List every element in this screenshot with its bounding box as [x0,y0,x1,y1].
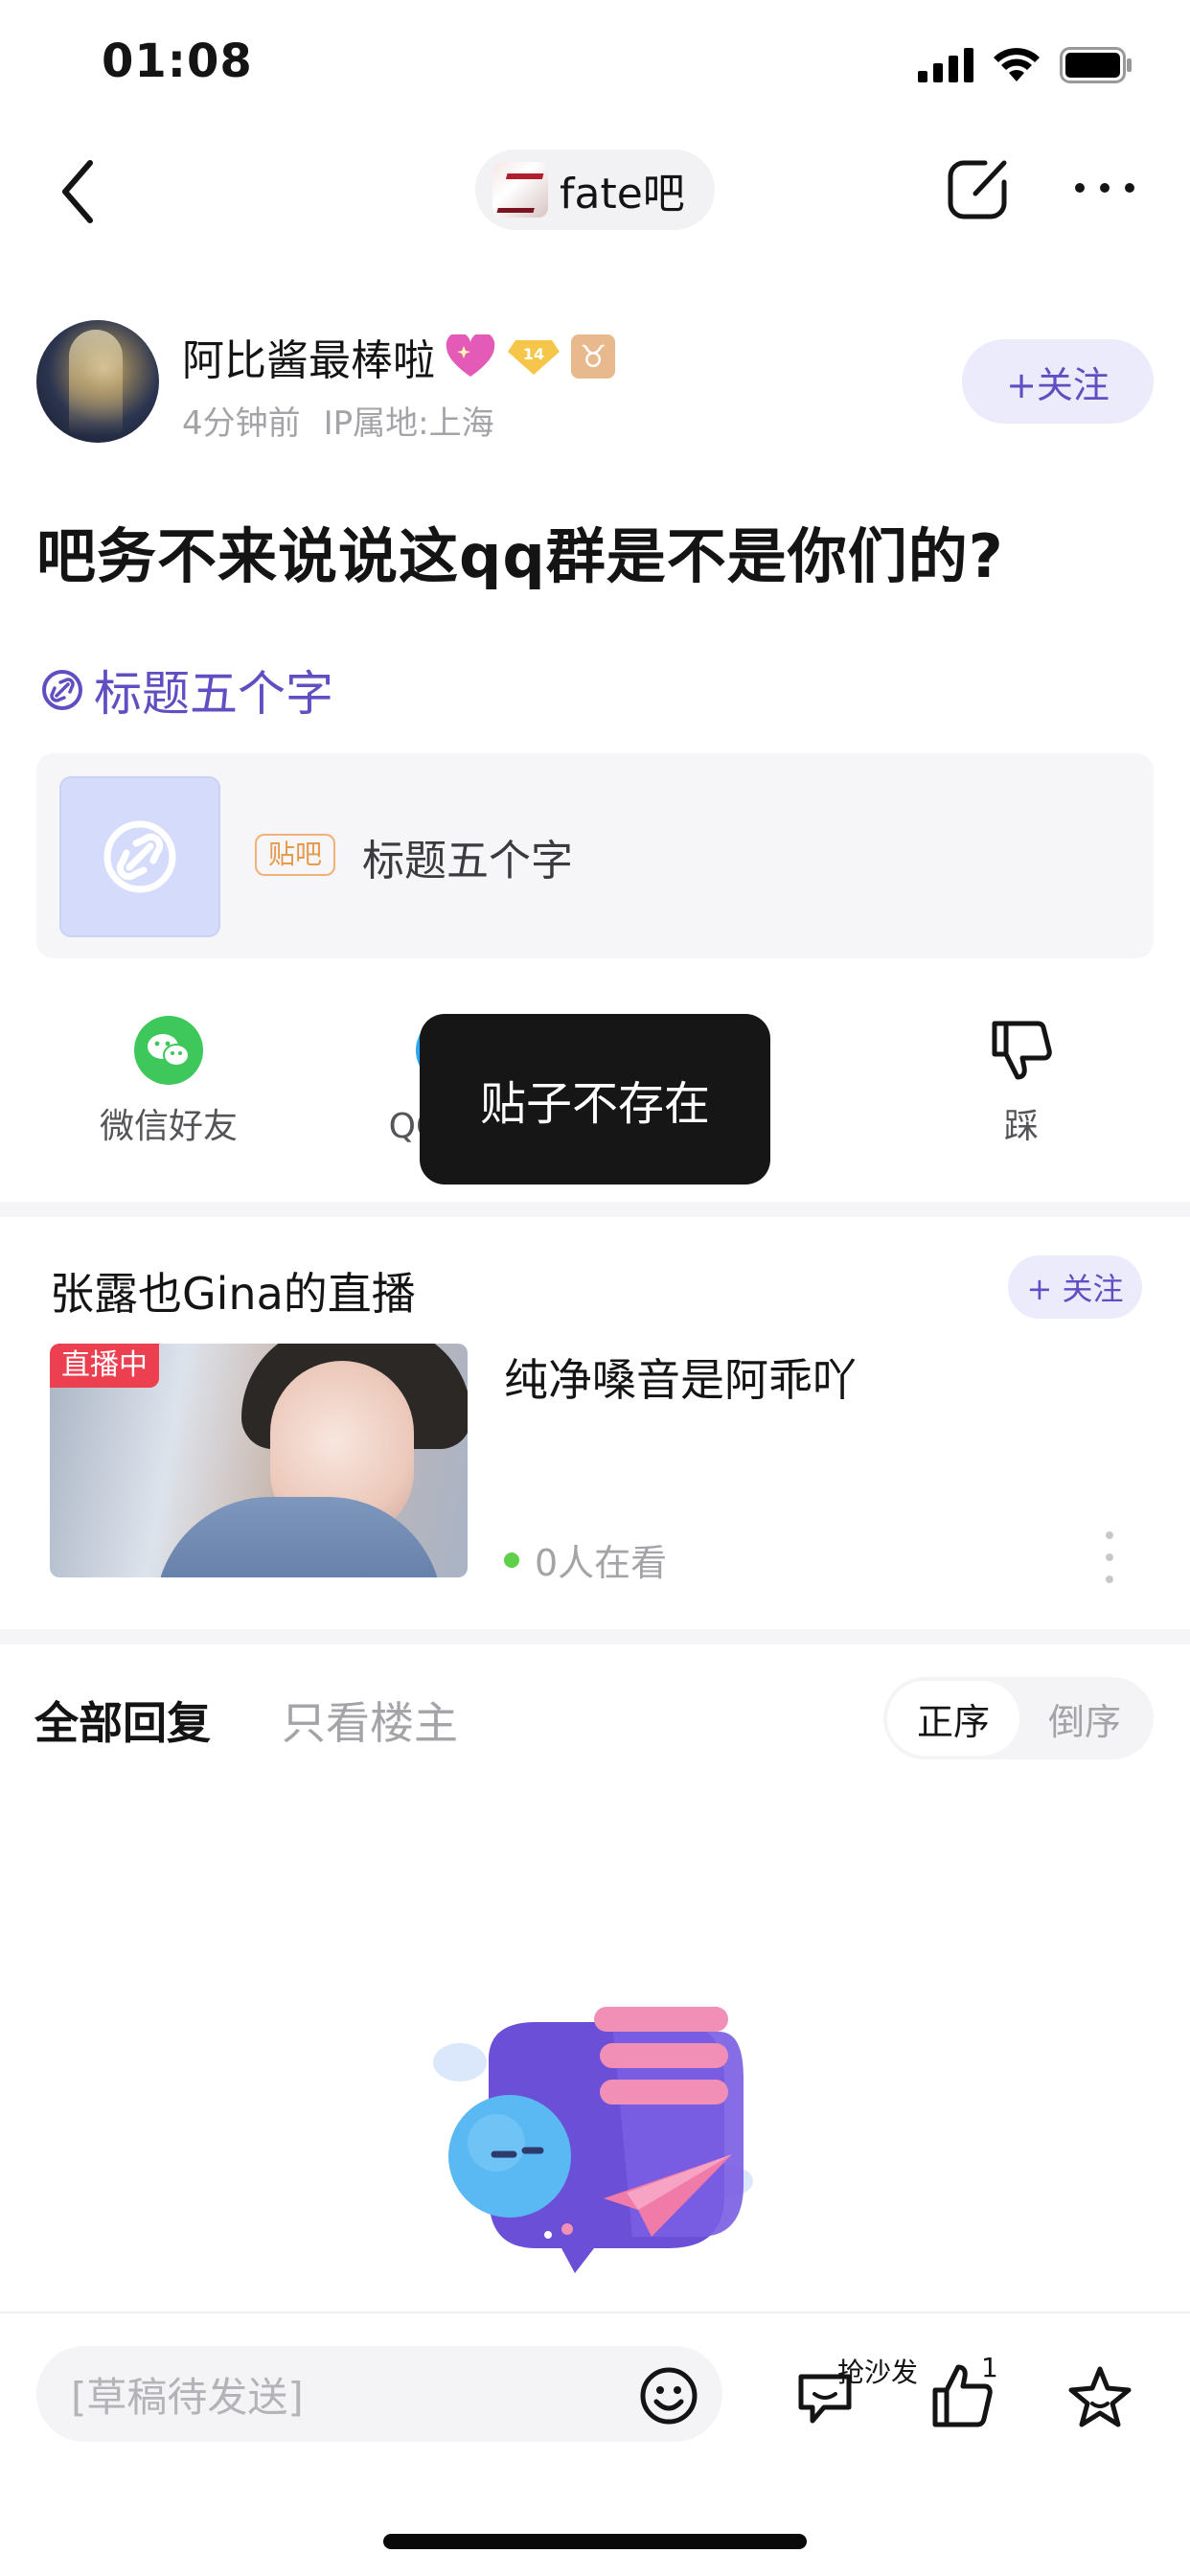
live-more-icon[interactable] [1100,1531,1119,1583]
level-badge: 14 [508,340,560,375]
status-bar: 01:08 [0,0,1190,134]
tab-op-only[interactable]: 只看楼主 [282,1689,458,1752]
live-thumbnail[interactable]: 直播中 [50,1344,468,1577]
star-icon[interactable] [1065,2363,1134,2432]
live-dot-icon [504,1552,519,1568]
live-badge: 直播中 [50,1344,159,1388]
wifi-icon [994,48,1040,81]
link-icon [103,820,176,893]
section-divider [0,1629,1190,1644]
link-card[interactable]: 贴吧 标题五个字 [36,753,1154,958]
live-follow-button[interactable]: + 关注 [1008,1255,1142,1319]
live-viewers-text: 0人在看 [535,1542,668,1584]
post-time: 4分钟前 [182,404,301,443]
back-icon[interactable] [50,153,107,230]
link-card-tag: 贴吧 [255,834,336,876]
sort-desc-button[interactable]: 倒序 [1019,1681,1150,1756]
author-avatar[interactable] [36,320,159,443]
author-meta: 4分钟前 IP属地:上海 [182,397,494,444]
share-wechat-label: 微信好友 [99,1107,238,1146]
wechat-icon [134,1016,203,1085]
emoji-icon[interactable] [638,2365,699,2426]
sparkling-heart-icon [446,334,495,377]
live-host-title[interactable]: 张露也Gina的直播 [50,1259,416,1322]
share-wechat[interactable]: 微信好友 [73,1016,264,1148]
author-name[interactable]: 阿比酱最棒啦 [182,326,435,387]
thumb-down-icon [992,1021,1052,1080]
link-icon [42,670,82,710]
author-name-row: 阿比酱最棒啦 14 ♉ [182,326,615,387]
follow-button[interactable]: +关注 [962,339,1154,424]
status-icons [918,46,1133,84]
forum-avatar [492,162,548,218]
sofa-label: 抢沙发 [837,2357,919,2388]
forum-name: fate吧 [560,170,685,218]
reply-input[interactable]: [草稿待发送] [36,2346,722,2442]
toast: 贴子不存在 [420,1014,770,1184]
level-text: 14 [523,345,544,363]
link-thumbnail [59,776,220,937]
live-stream-title[interactable]: 纯净嗓音是阿乖吖 [504,1346,857,1409]
forum-chip[interactable]: fate吧 [475,150,715,230]
link-card-title: 标题五个字 [362,837,573,886]
post-link-text: 标题五个字 [94,666,333,722]
live-viewers: 0人在看 [504,1533,667,1586]
empty-replies-illustration [433,2007,753,2273]
post-title: 吧务不来说说这qq群是不是你们的? [36,521,1004,591]
status-time: 01:08 [102,34,253,88]
zodiac-badge: ♉ [571,334,615,379]
more-icon[interactable] [1071,169,1138,207]
edit-icon[interactable] [941,153,1014,226]
ip-location: IP属地:上海 [323,404,494,443]
cellular-signal-icon [918,48,973,82]
sort-asc-button[interactable]: 正序 [887,1681,1019,1756]
section-divider [0,1202,1190,1217]
dislike-button[interactable]: 踩 [926,1016,1117,1148]
battery-icon [1060,47,1132,83]
bottom-like-count: 1 [981,2352,998,2383]
dislike-label: 踩 [1003,1107,1039,1146]
post-link[interactable]: 标题五个字 [40,656,333,724]
tab-all-replies[interactable]: 全部回复 [34,1689,211,1752]
home-indicator [383,2534,807,2549]
sort-toggle: 正序 倒序 [883,1677,1154,1760]
